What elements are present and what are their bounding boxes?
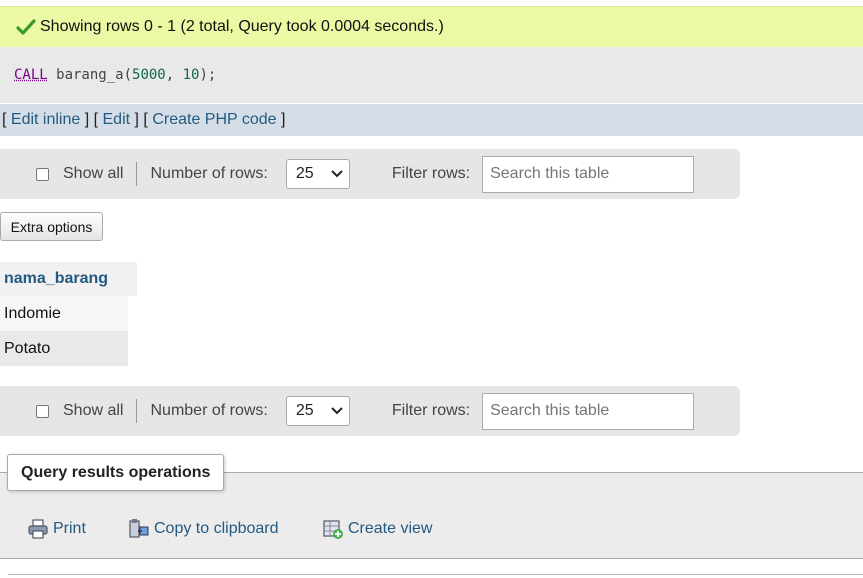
rows-per-page-value: 25 <box>295 165 314 182</box>
edit-inline-link[interactable]: Edit inline <box>11 111 80 128</box>
show-all-checkbox[interactable] <box>36 167 49 181</box>
extra-options-button[interactable]: Extra options <box>0 212 103 241</box>
divider <box>8 574 863 575</box>
filter-rows-label: Filter rows: <box>391 165 471 182</box>
query-success-message: Showing rows 0 - 1 (2 total, Query took … <box>0 6 863 47</box>
query-results-operations-title: Query results operations <box>7 454 225 491</box>
copy-to-clipboard-link[interactable]: Copy to clipboard <box>128 518 279 540</box>
print-label: Print <box>53 520 86 537</box>
create-view-label: Create view <box>348 520 433 537</box>
filter-rows-input[interactable]: Search this table <box>482 155 695 193</box>
separator <box>136 162 138 186</box>
filter-rows-label: Filter rows: <box>391 402 471 419</box>
printer-icon <box>28 519 48 539</box>
copy-label: Copy to clipboard <box>154 520 279 537</box>
sql-arg-1: 5000 <box>132 67 166 83</box>
create-php-code-link[interactable]: Create PHP code <box>152 111 276 128</box>
table-row[interactable]: Potato <box>0 331 128 366</box>
rows-per-page-value: 25 <box>295 402 314 419</box>
rows-label: Number of rows: <box>150 165 268 182</box>
query-links-bar: [ Edit inline ] [ Edit ] [ Create PHP co… <box>0 104 863 136</box>
create-view-icon <box>323 520 343 539</box>
table-row[interactable]: Indomie <box>0 296 128 331</box>
chevron-down-icon <box>331 407 343 415</box>
separator <box>136 399 138 423</box>
sql-query-box: CALL barang_a(5000, 10); <box>0 47 863 103</box>
bracket-text: ] [ <box>80 111 103 128</box>
table-navigation-top: Show all Number of rows: 25 Filter rows:… <box>0 149 740 199</box>
bracket-text: ] [ <box>130 111 153 128</box>
results-table: nama_barang Indomie Potato <box>0 262 137 366</box>
sql-query: CALL barang_a(5000, 10); <box>14 67 216 83</box>
print-link[interactable]: Print <box>27 518 86 540</box>
success-check-icon <box>16 19 36 35</box>
create-view-link[interactable]: Create view <box>322 518 432 540</box>
sql-keyword[interactable]: CALL <box>14 67 48 83</box>
bracket-text: ] <box>276 111 286 128</box>
column-header-nama-barang[interactable]: nama_barang <box>0 262 137 296</box>
sql-close: ); <box>199 67 217 83</box>
table-navigation-bottom: Show all Number of rows: 25 Filter rows:… <box>0 386 740 436</box>
clipboard-icon <box>129 519 149 538</box>
sql-arg-2: 10 <box>182 67 200 83</box>
rows-per-page-select[interactable]: 25 <box>285 159 350 189</box>
bracket-text: [ <box>2 111 11 128</box>
show-all-checkbox[interactable] <box>36 404 49 418</box>
edit-link[interactable]: Edit <box>103 111 131 128</box>
rows-per-page-select[interactable]: 25 <box>285 396 350 426</box>
sql-comma: , <box>165 67 183 83</box>
filter-rows-input[interactable]: Search this table <box>482 392 695 430</box>
status-text: Showing rows 0 - 1 (2 total, Query took … <box>40 18 444 35</box>
filter-rows-placeholder: Search this table <box>490 402 610 419</box>
chevron-down-icon <box>331 170 343 178</box>
show-all-label[interactable]: Show all <box>63 402 123 420</box>
sql-procedure: barang_a( <box>47 67 133 83</box>
filter-rows-placeholder: Search this table <box>490 165 610 182</box>
show-all-label[interactable]: Show all <box>63 165 123 183</box>
rows-label: Number of rows: <box>150 402 268 419</box>
